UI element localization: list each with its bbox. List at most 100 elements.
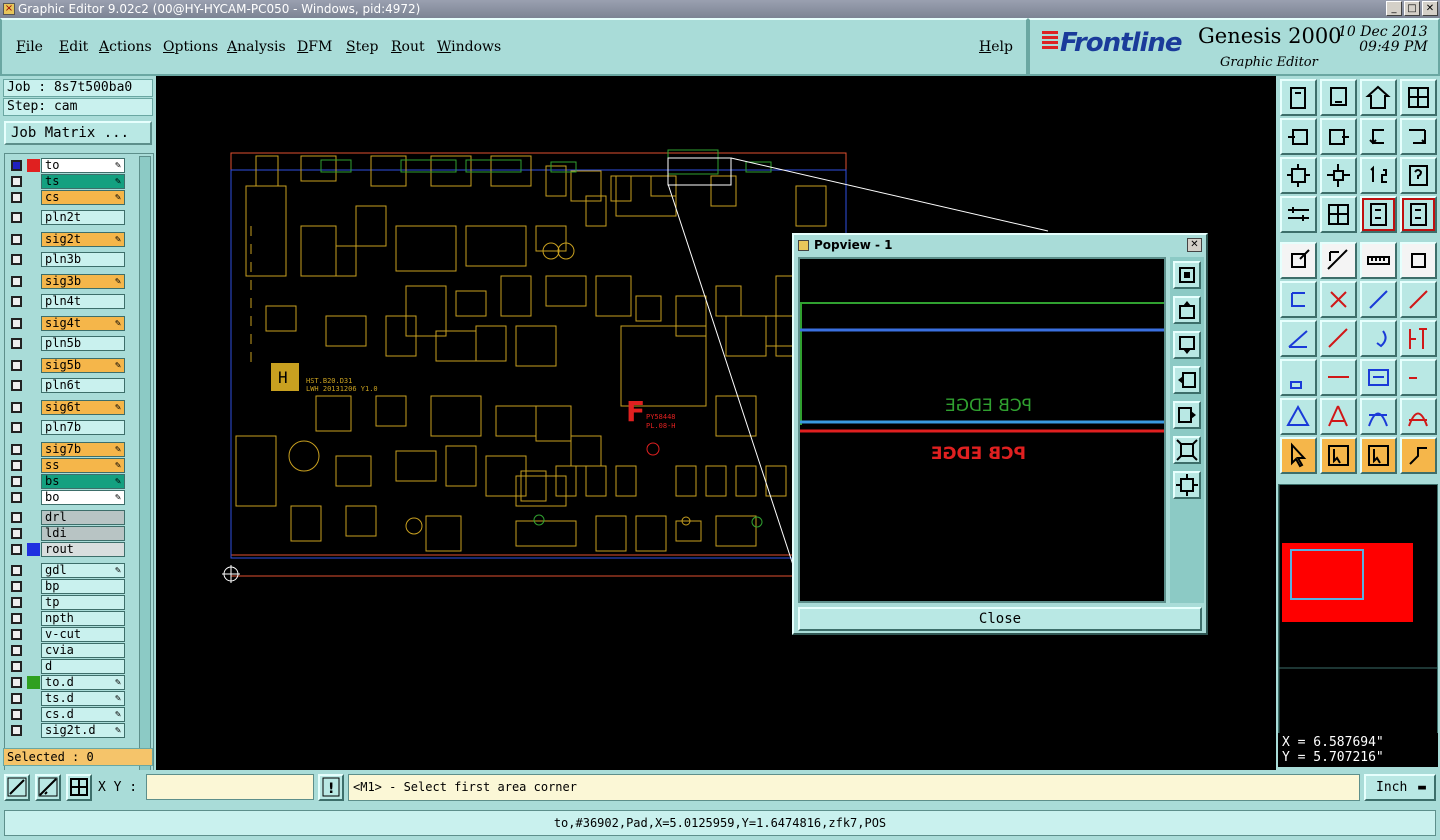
layer-name[interactable]: ss ✎ <box>41 458 125 473</box>
layer-name[interactable]: cs.d ✎ <box>41 707 125 722</box>
layer-name[interactable]: bp <box>41 579 125 594</box>
menu-step[interactable]: Step <box>346 39 378 55</box>
layers-icon[interactable] <box>1360 196 1397 233</box>
layer-checkbox[interactable] <box>11 402 22 413</box>
layer-name[interactable]: bs ✎ <box>41 474 125 489</box>
ruler-icon[interactable] <box>1360 242 1397 279</box>
layer-checkbox[interactable] <box>11 380 22 391</box>
layer-name[interactable]: cs ✎ <box>41 190 125 205</box>
popview-pan-left-icon[interactable] <box>1173 366 1201 394</box>
layer-name[interactable]: ldi <box>41 526 125 541</box>
layer-name[interactable]: to ✎ <box>41 158 125 173</box>
layer-name[interactable]: pln4t <box>41 294 125 309</box>
measure-box-icon[interactable] <box>1360 359 1397 396</box>
layer-checkbox[interactable] <box>11 160 22 171</box>
alert-icon[interactable]: ! <box>318 774 344 801</box>
layer-checkbox[interactable] <box>11 597 22 608</box>
mirror-icon[interactable] <box>1400 320 1437 357</box>
grid-snap-icon[interactable] <box>66 774 92 801</box>
minimize-button[interactable]: _ <box>1386 1 1402 16</box>
popview-center-icon[interactable] <box>1173 471 1201 499</box>
layer-checkbox[interactable] <box>11 192 22 203</box>
overview-map[interactable] <box>1278 484 1438 744</box>
pad-place-icon[interactable] <box>1280 359 1317 396</box>
menu-options[interactable]: Options <box>163 39 218 55</box>
popview-close-button[interactable]: Close <box>798 607 1202 631</box>
layer-checkbox[interactable] <box>11 709 22 720</box>
layer-name[interactable]: ts ✎ <box>41 174 125 189</box>
menu-rout[interactable]: Rout <box>391 39 425 55</box>
layer-name[interactable]: pln7b <box>41 420 125 435</box>
layer-checkbox[interactable] <box>11 318 22 329</box>
angle-icon[interactable] <box>1280 320 1317 357</box>
layer-checkbox[interactable] <box>11 613 22 624</box>
route-end-icon[interactable] <box>1400 281 1437 318</box>
tools-icon[interactable] <box>1280 196 1317 233</box>
snap-icon[interactable] <box>4 774 30 801</box>
layer-name[interactable]: sig7b ✎ <box>41 442 125 457</box>
popview-pan-up-icon[interactable] <box>1173 296 1201 324</box>
layer-checkbox[interactable] <box>11 581 22 592</box>
layer-scrollbar[interactable] <box>139 156 151 816</box>
layer-name[interactable]: pln3b <box>41 252 125 267</box>
layer-checkbox[interactable] <box>11 565 22 576</box>
layer-name[interactable]: d <box>41 659 125 674</box>
zoom-center-icon[interactable] <box>1320 157 1357 194</box>
layer-checkbox[interactable] <box>11 476 22 487</box>
layer-name[interactable]: pln6t <box>41 378 125 393</box>
layer-name[interactable]: ts.d ✎ <box>41 691 125 706</box>
layer-checkbox[interactable] <box>11 693 22 704</box>
popview-fit-icon[interactable] <box>1173 436 1201 464</box>
menu-actions[interactable]: Actions <box>99 39 152 55</box>
copy-right-icon[interactable] <box>1320 118 1357 155</box>
layer-checkbox[interactable] <box>11 296 22 307</box>
pointer-box-icon[interactable] <box>1320 437 1357 474</box>
save-icon[interactable] <box>1320 79 1357 116</box>
layer-checkbox[interactable] <box>11 725 22 736</box>
layer-checkbox[interactable] <box>11 212 22 223</box>
layer-checkbox[interactable] <box>11 677 22 688</box>
undo-icon[interactable] <box>1360 118 1397 155</box>
layer-checkbox[interactable] <box>11 360 22 371</box>
line-cut-icon[interactable] <box>1320 359 1357 396</box>
measure-icon[interactable] <box>35 774 61 801</box>
layer-name[interactable]: tp <box>41 595 125 610</box>
layer-name[interactable]: sig3b ✎ <box>41 274 125 289</box>
popview-pan-down-icon[interactable] <box>1173 331 1201 359</box>
menu-dfm[interactable]: DFM <box>297 39 332 55</box>
layer-name[interactable]: npth <box>41 611 125 626</box>
line-add-icon[interactable] <box>1320 242 1357 279</box>
layer-checkbox[interactable] <box>11 176 22 187</box>
layer-name[interactable]: sig2t ✎ <box>41 232 125 247</box>
menu-windows[interactable]: Windows <box>437 39 501 55</box>
net-select-icon[interactable] <box>1400 437 1437 474</box>
menu-analysis[interactable]: Analysis <box>227 39 286 55</box>
layer-checkbox[interactable] <box>11 544 22 555</box>
pad-add-icon[interactable] <box>1280 242 1317 279</box>
layer-name[interactable]: pln5b <box>41 336 125 351</box>
layer-checkbox[interactable] <box>11 254 22 265</box>
cross-icon[interactable] <box>1320 281 1357 318</box>
scale-1-2-icon[interactable] <box>1360 157 1397 194</box>
rotate-icon[interactable] <box>1360 320 1397 357</box>
layer-checkbox[interactable] <box>11 512 22 523</box>
layer-checkbox[interactable] <box>11 422 22 433</box>
layers-edit-icon[interactable] <box>1400 196 1437 233</box>
layer-checkbox[interactable] <box>11 460 22 471</box>
gear-pad-icon[interactable] <box>1400 359 1437 396</box>
layer-name[interactable]: pln2t <box>41 210 125 225</box>
triangle-icon[interactable] <box>1280 398 1317 435</box>
layer-name[interactable]: rout <box>41 542 125 557</box>
help-icon[interactable] <box>1400 157 1437 194</box>
line-draw-icon[interactable] <box>1320 320 1357 357</box>
layer-name[interactable]: gdl ✎ <box>41 563 125 578</box>
menu-file[interactable]: File <box>16 39 43 55</box>
xy-input[interactable] <box>146 774 314 800</box>
arc-icon[interactable] <box>1320 398 1357 435</box>
pads-connect-icon[interactable] <box>1280 281 1317 318</box>
route-icon[interactable] <box>1360 281 1397 318</box>
close-window-button[interactable]: ✕ <box>1422 1 1438 16</box>
layer-checkbox[interactable] <box>11 492 22 503</box>
arc-cut-icon[interactable] <box>1400 398 1437 435</box>
layer-checkbox[interactable] <box>11 645 22 656</box>
